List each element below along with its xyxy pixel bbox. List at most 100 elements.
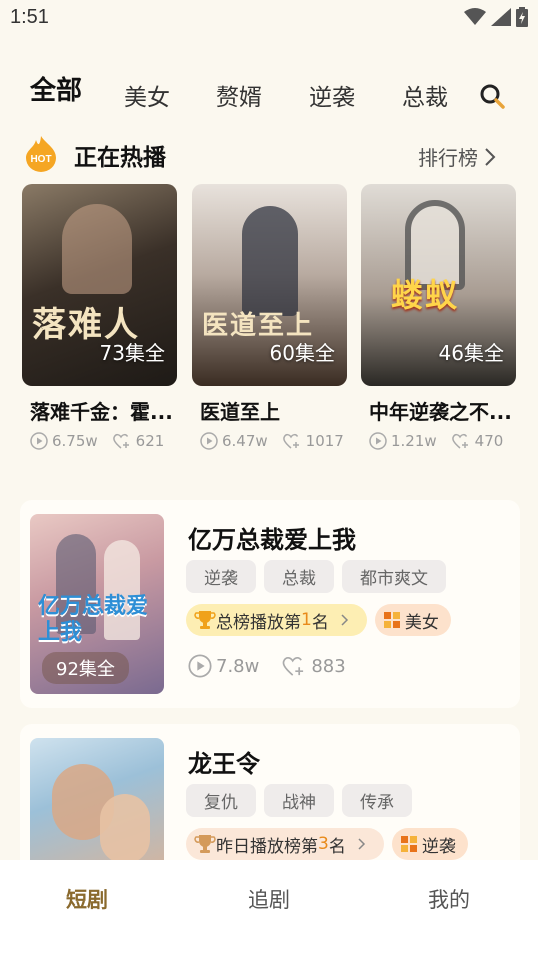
drama-list-item[interactable]: 亿万总裁爱上我 92集全 亿万总裁爱上我 逆袭 总裁 都市爽文 总榜播放第 1 名 … xyxy=(20,500,520,708)
tab-ceo[interactable]: 总裁 xyxy=(402,78,448,112)
play-icon xyxy=(30,432,48,450)
rank-number: 3 xyxy=(318,834,329,854)
like-count: 470 xyxy=(451,432,504,450)
hot-card[interactable]: 医道至上 60集全 医道至上 6.47w 1017 xyxy=(192,184,347,460)
like-count[interactable]: 883 xyxy=(281,654,346,678)
hot-card[interactable]: 蝼蚁 46集全 中年逆袭之不... 1.21w 470 xyxy=(361,184,516,460)
drama-tag[interactable]: 都市爽文 xyxy=(342,560,446,593)
poster-image: 落难人 73集全 xyxy=(22,184,177,386)
rank-chip[interactable]: 昨日播放榜第 3 名 xyxy=(186,828,384,860)
drama-tag[interactable]: 战神 xyxy=(264,784,334,817)
poster-figure xyxy=(100,794,150,864)
category-grid-icon xyxy=(383,612,400,628)
drama-poster: 亿万总裁爱上我 92集全 xyxy=(30,514,164,694)
drama-stats: 7.8w 883 xyxy=(188,654,368,678)
bottom-navigation: 短剧 追剧 我的 xyxy=(0,860,538,956)
drama-title: 龙王令 xyxy=(188,750,260,778)
signal-icon xyxy=(491,8,511,26)
category-chip[interactable]: 美女 xyxy=(374,604,451,636)
drama-tag[interactable]: 复仇 xyxy=(186,784,256,817)
heart-add-icon xyxy=(282,656,304,676)
hot-section-header: HOT 正在热播 排行榜 xyxy=(0,132,538,176)
poster-figure xyxy=(62,204,132,294)
tab-beauty[interactable]: 美女 xyxy=(124,78,170,112)
play-icon xyxy=(200,432,218,450)
play-count-value: 7.8w xyxy=(216,655,260,677)
rank-prefix: 昨日播放榜第 xyxy=(216,836,318,857)
battery-icon xyxy=(516,7,528,27)
episode-count: 46集全 xyxy=(438,341,504,365)
poster-image: 医道至上 60集全 xyxy=(192,184,347,386)
play-icon xyxy=(369,432,387,450)
drama-list-item[interactable]: 龙王令 复仇 战神 传承 昨日播放榜第 3 名 逆袭 xyxy=(20,724,520,874)
status-time: 1:51 xyxy=(10,6,49,28)
play-count: 6.47w xyxy=(200,432,268,450)
poster-title-art: 亿万总裁爱上我 xyxy=(38,594,149,645)
play-count-value: 1.21w xyxy=(391,432,437,450)
play-count: 6.75w xyxy=(30,432,98,450)
nav-mine[interactable]: 我的 xyxy=(428,884,470,914)
hot-card[interactable]: 落难人 73集全 落难千金：霍... 6.75w 621 xyxy=(22,184,177,460)
ranking-link-label: 排行榜 xyxy=(418,146,478,170)
status-icons xyxy=(464,7,528,27)
category-grid-icon xyxy=(400,836,417,852)
episode-count: 92集全 xyxy=(42,652,129,684)
ranking-link[interactable]: 排行榜 xyxy=(418,142,496,171)
nav-shorts[interactable]: 短剧 xyxy=(66,884,108,914)
play-count-value: 6.75w xyxy=(52,432,98,450)
wifi-icon xyxy=(464,8,486,25)
like-count-value: 470 xyxy=(474,432,504,450)
chevron-right-icon xyxy=(358,838,365,850)
play-count-value: 6.47w xyxy=(222,432,268,450)
like-count-value: 621 xyxy=(135,432,165,450)
rank-suffix: 名 xyxy=(328,836,346,857)
heart-add-icon xyxy=(112,433,129,449)
tab-son-in-law[interactable]: 赘婿 xyxy=(216,78,262,112)
rank-chip[interactable]: 总榜播放第 1 名 xyxy=(186,604,367,636)
card-title: 医道至上 xyxy=(200,400,280,424)
category-label: 美女 xyxy=(404,612,439,633)
like-count-value: 1017 xyxy=(305,432,344,450)
category-label: 逆袭 xyxy=(421,836,456,857)
drama-tag[interactable]: 逆袭 xyxy=(186,560,256,593)
poster-title-art: 蝼蚁 xyxy=(391,276,460,314)
rank-prefix: 总榜播放第 xyxy=(216,612,301,633)
rank-number: 1 xyxy=(301,610,312,630)
hot-flame-icon: HOT xyxy=(26,136,56,172)
episode-count: 73集全 xyxy=(99,341,165,365)
drama-tag[interactable]: 传承 xyxy=(342,784,412,817)
drama-tag[interactable]: 总裁 xyxy=(264,560,334,593)
play-count: 1.21w xyxy=(369,432,437,450)
category-chip[interactable]: 逆袭 xyxy=(391,828,468,860)
card-title: 中年逆袭之不... xyxy=(369,400,512,424)
chevron-right-icon xyxy=(485,147,496,166)
play-icon xyxy=(188,654,212,678)
heart-add-icon xyxy=(282,433,299,449)
hot-badge-text: HOT xyxy=(30,154,51,165)
drama-tags: 复仇 战神 传承 xyxy=(186,784,412,817)
tab-comeback[interactable]: 逆袭 xyxy=(309,78,355,112)
card-stats: 6.47w 1017 xyxy=(200,432,358,450)
card-title: 落难千金：霍... xyxy=(30,400,173,424)
tab-all[interactable]: 全部 xyxy=(30,70,82,107)
drama-tags: 逆袭 总裁 都市爽文 xyxy=(186,560,446,593)
drama-chips: 总榜播放第 1 名 美女 xyxy=(186,604,451,636)
nav-following[interactable]: 追剧 xyxy=(248,884,290,914)
heart-add-icon xyxy=(451,433,468,449)
search-icon[interactable] xyxy=(478,82,506,110)
play-count: 7.8w xyxy=(188,654,259,678)
status-bar: 1:51 xyxy=(0,0,538,36)
like-count-value: 883 xyxy=(311,655,346,677)
hot-section-title: 正在热播 xyxy=(74,145,166,171)
poster-image: 蝼蚁 46集全 xyxy=(361,184,516,386)
drama-chips: 昨日播放榜第 3 名 逆袭 xyxy=(186,828,468,860)
trophy-icon xyxy=(194,835,216,853)
card-stats: 6.75w 621 xyxy=(30,432,178,450)
trophy-icon xyxy=(194,611,216,629)
card-stats: 1.21w 470 xyxy=(369,432,517,450)
drama-title: 亿万总裁爱上我 xyxy=(188,526,356,554)
rank-suffix: 名 xyxy=(311,612,329,633)
like-count: 621 xyxy=(112,432,165,450)
drama-poster xyxy=(30,738,164,874)
episode-count: 60集全 xyxy=(269,341,335,365)
